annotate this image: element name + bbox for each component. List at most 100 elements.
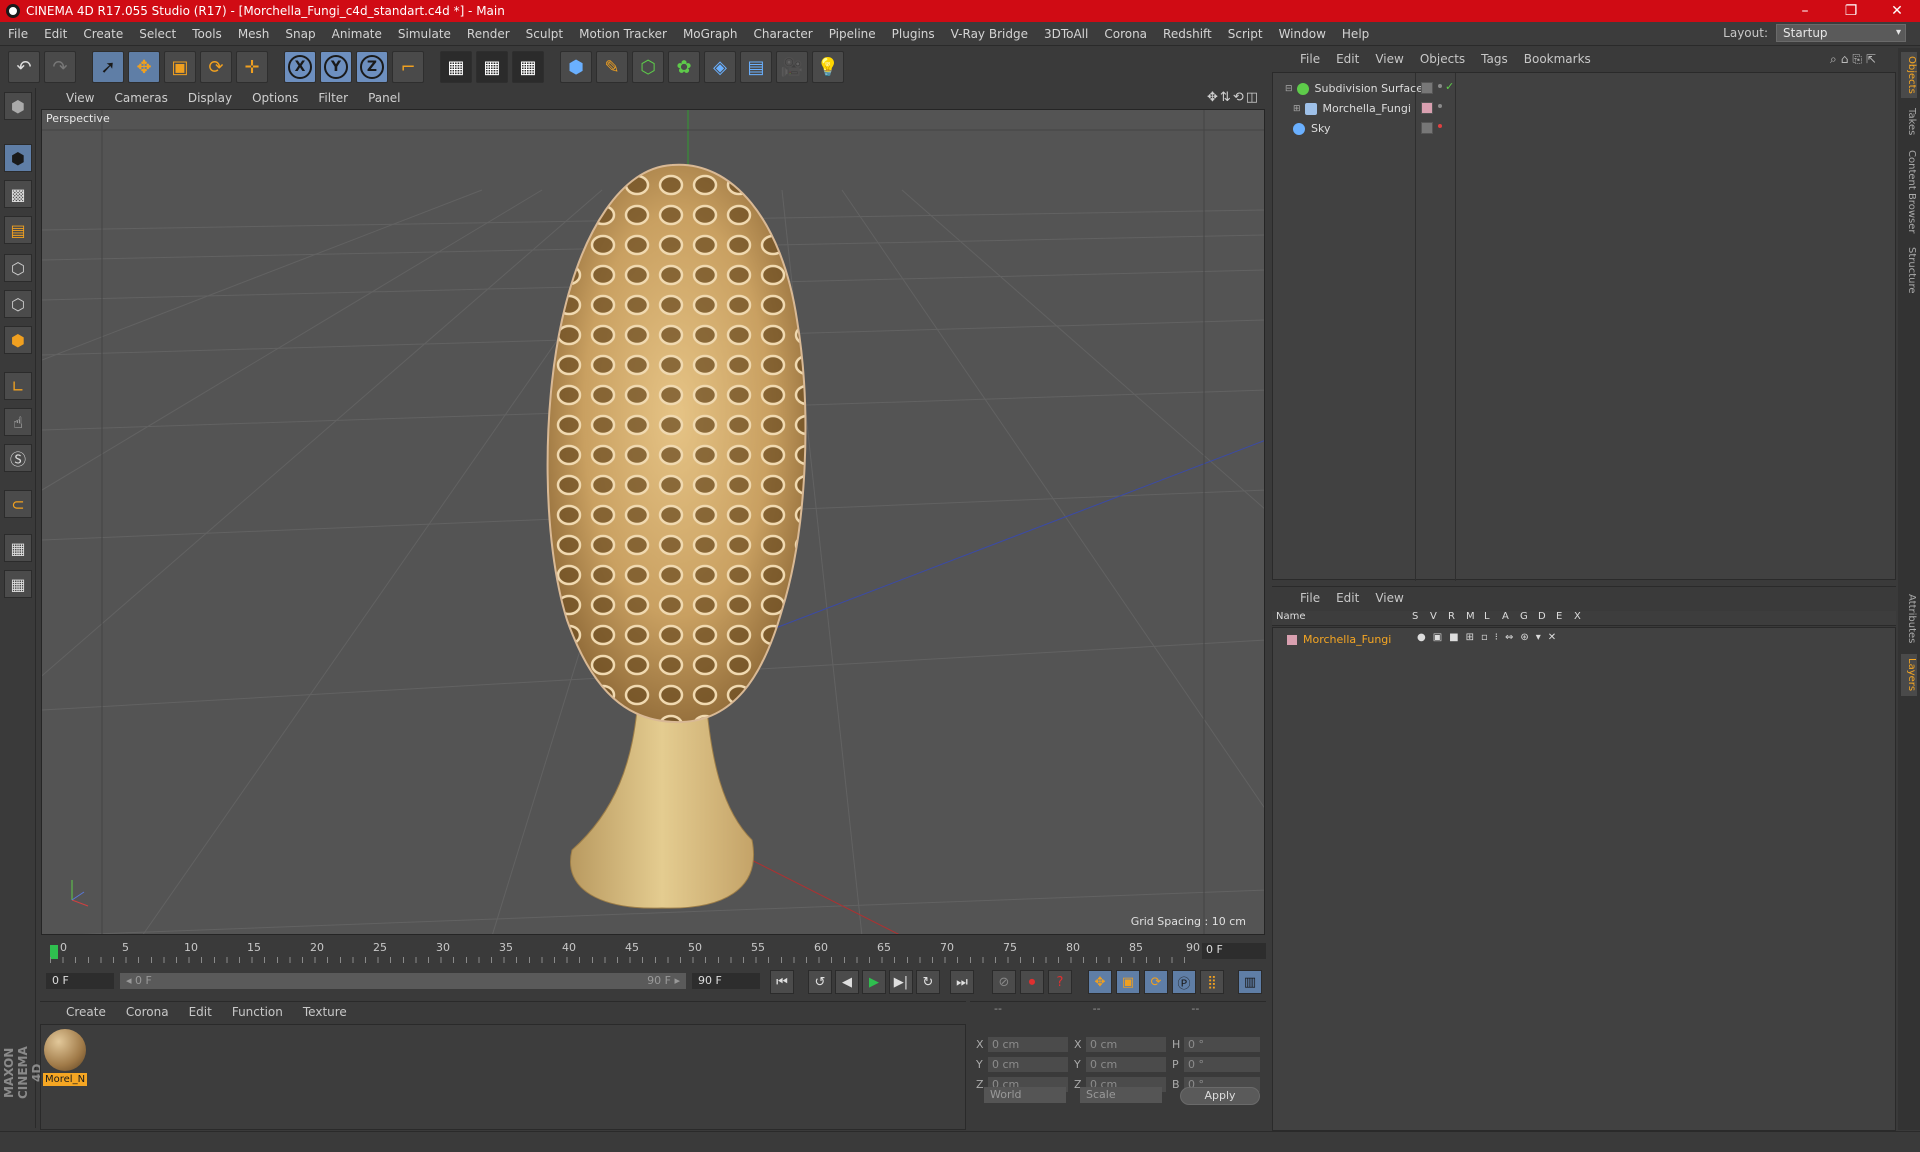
objects-menu-objects[interactable]: Objects bbox=[1412, 52, 1473, 66]
object-row-sky[interactable]: Sky bbox=[1273, 119, 1895, 138]
menu-simulate[interactable]: Simulate bbox=[390, 27, 459, 41]
menu-mesh[interactable]: Mesh bbox=[230, 27, 278, 41]
menu-animate[interactable]: Animate bbox=[324, 27, 390, 41]
make-editable-icon[interactable]: ⬢ bbox=[4, 92, 32, 120]
apply-button[interactable]: Apply bbox=[1180, 1087, 1260, 1105]
scale-icon[interactable]: ▣ bbox=[164, 51, 196, 83]
rotate-icon[interactable]: ⟳ bbox=[200, 51, 232, 83]
floor-icon[interactable]: ▤ bbox=[740, 51, 772, 83]
layer-row[interactable]: Morchella_Fungi ●▣■⊞▫⁝⇔⊛▾✕ bbox=[1273, 630, 1895, 649]
texture-mode-icon[interactable]: ▩ bbox=[4, 180, 32, 208]
size-y-field[interactable]: 0 cm bbox=[1086, 1056, 1166, 1072]
viewport-menu-options[interactable]: Options bbox=[242, 91, 308, 105]
menu-render[interactable]: Render bbox=[459, 27, 518, 41]
deformer-icon[interactable]: ◈ bbox=[704, 51, 736, 83]
tweak-mode-icon[interactable]: ☝ bbox=[4, 408, 32, 436]
menu-snap[interactable]: Snap bbox=[277, 27, 323, 41]
layer-color-icon[interactable] bbox=[1421, 102, 1433, 114]
objects-menu-view[interactable]: View bbox=[1367, 52, 1411, 66]
menu-create[interactable]: Create bbox=[75, 27, 131, 41]
points-mode-icon[interactable]: ⬡ bbox=[4, 254, 32, 282]
go-to-end-icon[interactable]: ⏭ bbox=[950, 970, 974, 994]
record-keys-icon[interactable]: ⏺ bbox=[1020, 970, 1044, 994]
menu-file[interactable]: File bbox=[0, 27, 36, 41]
layer-tag-icon[interactable] bbox=[1421, 82, 1433, 94]
menu-character[interactable]: Character bbox=[745, 27, 820, 41]
edges-mode-icon[interactable]: ⬡ bbox=[4, 290, 32, 318]
viewport-menu-cameras[interactable]: Cameras bbox=[104, 91, 177, 105]
preview-range-slider[interactable]: ◂ 0 F 90 F ▸ bbox=[120, 973, 686, 989]
menu-edit[interactable]: Edit bbox=[36, 27, 75, 41]
menu-help[interactable]: Help bbox=[1334, 27, 1377, 41]
axis-mode-icon[interactable]: ∟ bbox=[4, 372, 32, 400]
timeline-scale[interactable]: 0 5 10 15 20 25 30 35 40 45 50 55 60 65 … bbox=[50, 941, 1200, 963]
minimize-button[interactable]: – bbox=[1782, 0, 1828, 22]
layer-color-swatch[interactable] bbox=[1287, 634, 1297, 645]
x-axis-lock-button[interactable]: X bbox=[284, 51, 316, 83]
next-frame-icon[interactable]: ▶| bbox=[889, 970, 913, 994]
material-menu-edit[interactable]: Edit bbox=[179, 1005, 222, 1019]
light-icon[interactable]: 💡 bbox=[812, 51, 844, 83]
menu-tools[interactable]: Tools bbox=[184, 27, 230, 41]
tab-takes[interactable]: Takes bbox=[1901, 104, 1917, 140]
render-to-picture-viewer-icon[interactable]: ▦ bbox=[476, 51, 508, 83]
tab-objects[interactable]: Objects bbox=[1901, 52, 1917, 98]
position-x-field[interactable]: 0 cm bbox=[988, 1036, 1068, 1052]
collapse-toggle-icon[interactable]: ⊟ bbox=[1285, 84, 1293, 94]
material-menu-function[interactable]: Function bbox=[222, 1005, 293, 1019]
material-menu-create[interactable]: Create bbox=[56, 1005, 116, 1019]
viewport-menu-view[interactable]: View bbox=[56, 91, 104, 105]
key-position-icon[interactable]: ✥ bbox=[1088, 970, 1112, 994]
visibility-dot[interactable] bbox=[1438, 104, 1442, 108]
layers-menu-edit[interactable]: Edit bbox=[1328, 591, 1367, 605]
visibility-dot[interactable] bbox=[1438, 124, 1442, 128]
menu-motion-tracker[interactable]: Motion Tracker bbox=[571, 27, 675, 41]
workplane-mode-icon[interactable]: ▤ bbox=[4, 216, 32, 244]
render-settings-icon[interactable]: ▦ bbox=[512, 51, 544, 83]
undo-icon[interactable]: ↶ bbox=[8, 51, 40, 83]
material-menu-corona[interactable]: Corona bbox=[116, 1005, 179, 1019]
go-to-start-icon[interactable]: ⏮ bbox=[770, 970, 794, 994]
menu-vray-bridge[interactable]: V-Ray Bridge bbox=[943, 27, 1036, 41]
layer-tag-icon[interactable] bbox=[1421, 122, 1433, 134]
layers-menu-view[interactable]: View bbox=[1367, 591, 1411, 605]
layer-flag-icons[interactable]: ●▣■⊞▫⁝⇔⊛▾✕ bbox=[1417, 632, 1563, 643]
cloner-icon[interactable]: ✿ bbox=[668, 51, 700, 83]
viewport-canvas[interactable]: Perspective Grid Spacing : 10 cm bbox=[41, 109, 1265, 935]
previous-key-icon[interactable]: ↺ bbox=[808, 970, 832, 994]
menu-redshift[interactable]: Redshift bbox=[1155, 27, 1220, 41]
viewport-navigation-icons[interactable]: ✥⇅⟲◫ bbox=[1207, 90, 1260, 105]
camera-icon[interactable]: 🎥 bbox=[776, 51, 808, 83]
size-mode-dropdown[interactable]: Scale bbox=[1080, 1087, 1162, 1103]
object-row-subdivision-surface[interactable]: ⊟ Subdivision Surface ✓ bbox=[1273, 79, 1895, 98]
subdivision-surface-icon[interactable]: ⬡ bbox=[632, 51, 664, 83]
viewport-menu-panel[interactable]: Panel bbox=[358, 91, 410, 105]
objects-menu-tags[interactable]: Tags bbox=[1473, 52, 1516, 66]
viewport-menu-display[interactable]: Display bbox=[178, 91, 242, 105]
menu-corona[interactable]: Corona bbox=[1096, 27, 1155, 41]
workplane-lock-icon[interactable]: ▦ bbox=[4, 534, 32, 562]
rotation-h-field[interactable]: 0 ° bbox=[1184, 1036, 1260, 1052]
transform-icon[interactable]: ✛ bbox=[236, 51, 268, 83]
key-scale-icon[interactable]: ▣ bbox=[1116, 970, 1140, 994]
menu-sculpt[interactable]: Sculpt bbox=[518, 27, 571, 41]
rotation-p-field[interactable]: 0 ° bbox=[1184, 1056, 1260, 1072]
coordinate-space-dropdown[interactable]: World bbox=[984, 1087, 1066, 1103]
tab-content-browser[interactable]: Content Browser bbox=[1901, 146, 1917, 238]
menu-script[interactable]: Script bbox=[1220, 27, 1271, 41]
polygons-mode-icon[interactable]: ⬢ bbox=[4, 326, 32, 354]
material-item[interactable]: Morel_N bbox=[43, 1027, 87, 1086]
z-axis-lock-button[interactable]: Z bbox=[356, 51, 388, 83]
maximize-button[interactable]: ❐ bbox=[1828, 0, 1874, 22]
layers-menu-file[interactable]: File bbox=[1292, 591, 1328, 605]
menu-3dtoall[interactable]: 3DToAll bbox=[1036, 27, 1096, 41]
tab-layers[interactable]: Layers bbox=[1901, 654, 1917, 696]
live-selection-icon[interactable]: ➚ bbox=[92, 51, 124, 83]
menu-mograph[interactable]: MoGraph bbox=[675, 27, 746, 41]
snapping-icon[interactable]: ⊂ bbox=[4, 490, 32, 518]
objects-menu-edit[interactable]: Edit bbox=[1328, 52, 1367, 66]
key-pla-icon[interactable]: ⣿ bbox=[1200, 970, 1224, 994]
solo-mode-icon[interactable]: Ⓢ bbox=[4, 444, 32, 472]
move-icon[interactable]: ✥ bbox=[128, 51, 160, 83]
material-menu-texture[interactable]: Texture bbox=[293, 1005, 357, 1019]
